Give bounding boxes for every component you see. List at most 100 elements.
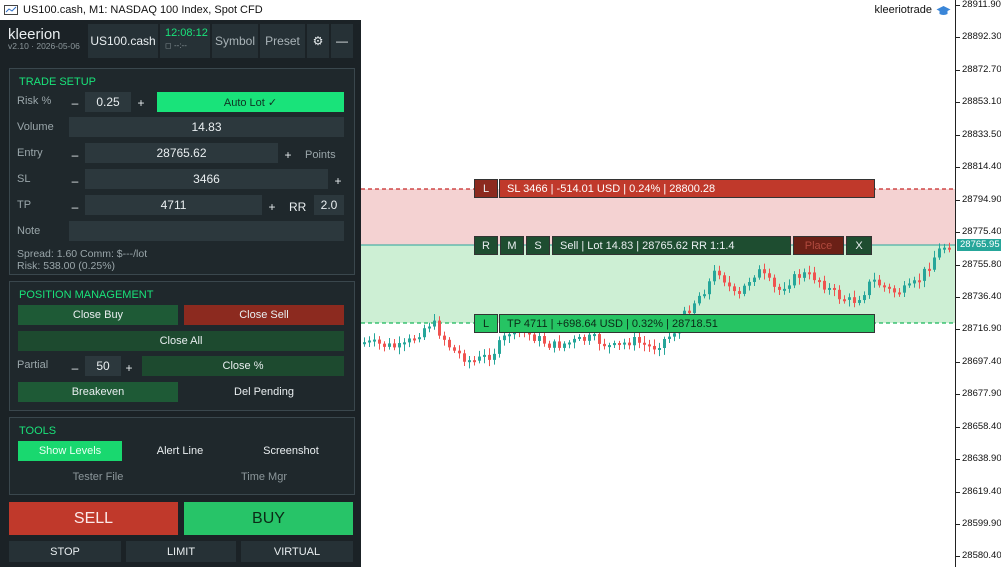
sl-line-button[interactable]: L — [474, 179, 498, 198]
candle-body — [508, 334, 511, 337]
candle-body — [698, 295, 701, 304]
time-mgr-button[interactable]: Time Mgr — [184, 467, 344, 487]
candle-body — [568, 342, 571, 345]
sell-button[interactable]: SELL — [9, 502, 178, 535]
candle-body — [718, 270, 721, 276]
candle-body — [543, 336, 546, 344]
close-buy-button[interactable]: Close Buy — [18, 305, 178, 325]
risk-minus-button[interactable]: – — [69, 96, 81, 110]
tp-line-label[interactable]: TP 4711 | +698.64 USD | 0.32% | 28718.51 — [499, 314, 875, 333]
note-input[interactable] — [69, 221, 344, 241]
tester-file-button[interactable]: Tester File — [18, 467, 178, 487]
price-tick-label: 28892.30 — [962, 31, 1001, 43]
points-toggle[interactable]: Points — [305, 149, 336, 161]
price-tick — [956, 134, 960, 136]
risk-input[interactable]: 0.25 — [85, 92, 131, 112]
stop-order-button[interactable]: STOP — [9, 541, 121, 562]
sl-line-label[interactable]: SL 3466 | -514.01 USD | 0.24% | 28800.28 — [499, 179, 875, 198]
candle-body — [488, 354, 491, 360]
entry-line-label[interactable]: Sell | Lot 14.83 | 28765.62 RR 1:1.4 — [552, 236, 791, 255]
candle-body — [588, 334, 591, 341]
tp-input[interactable]: 4711 — [85, 195, 262, 215]
sl-input[interactable]: 3466 — [85, 169, 328, 189]
price-tick — [956, 491, 960, 493]
price-tick — [956, 426, 960, 428]
rr-input[interactable]: 2.0 — [314, 195, 344, 215]
price-tick — [956, 329, 960, 331]
tp-minus-button[interactable]: – — [69, 200, 81, 214]
current-price-badge: 28765.95 — [957, 239, 1001, 251]
breakeven-button[interactable]: Breakeven — [18, 382, 178, 402]
gear-icon[interactable]: ⚙ — [307, 24, 329, 58]
position-management-title: POSITION MANAGEMENT — [19, 289, 154, 301]
sl-minus-button[interactable]: – — [69, 174, 81, 188]
entry-plus-button[interactable]: + — [282, 148, 294, 162]
candle-body — [913, 280, 916, 284]
symbol-display[interactable]: US100.cash — [88, 24, 158, 58]
candle-body — [643, 342, 646, 345]
note-label: Note — [17, 225, 41, 237]
tools-title: TOOLS — [19, 425, 57, 437]
price-chart[interactable] — [361, 20, 955, 567]
close-all-button[interactable]: Close All — [18, 331, 344, 351]
buy-button[interactable]: BUY — [184, 502, 353, 535]
preset-button[interactable]: Preset — [260, 24, 305, 58]
price-tick-label: 28794.90 — [962, 193, 1001, 205]
candle-body — [573, 338, 576, 343]
auto-lot-toggle[interactable]: Auto Lot ✓ — [157, 92, 344, 112]
volume-input[interactable]: 14.83 — [69, 117, 344, 137]
risk-plus-button[interactable]: + — [135, 96, 147, 110]
candle-body — [878, 279, 881, 286]
candle-body — [378, 339, 381, 344]
place-button[interactable]: Place — [793, 236, 844, 255]
candle-body — [458, 350, 461, 354]
price-tick-label: 28638.90 — [962, 453, 1001, 465]
candle-body — [453, 347, 456, 351]
alert-line-button[interactable]: Alert Line — [128, 441, 232, 461]
candle-body — [828, 287, 831, 290]
partial-input[interactable]: 50 — [85, 356, 121, 376]
limit-order-button[interactable]: LIMIT — [126, 541, 236, 562]
trade-setup-section: TRADE SETUP Risk % – 0.25 + Auto Lot ✓ V… — [9, 68, 355, 275]
candle-body — [693, 303, 696, 314]
candle-body — [948, 247, 951, 250]
tp-line-button[interactable]: L — [474, 314, 498, 333]
virtual-order-button[interactable]: VIRTUAL — [241, 541, 353, 562]
candle-body — [403, 342, 406, 345]
candle-body — [783, 288, 786, 291]
tp-zone — [361, 245, 955, 323]
sl-plus-button[interactable]: + — [332, 174, 344, 188]
price-tick-label: 28911.90 — [962, 0, 1001, 10]
candle-body — [793, 274, 796, 286]
price-tick — [956, 459, 960, 461]
candle-body — [503, 335, 506, 341]
candle-body — [823, 280, 826, 290]
candle-body — [853, 297, 856, 303]
candle-body — [818, 280, 821, 283]
minimize-icon[interactable]: — — [331, 24, 353, 58]
price-tick-label: 28619.40 — [962, 485, 1001, 497]
symbol-button[interactable]: Symbol — [212, 24, 258, 58]
partial-plus-button[interactable]: + — [123, 361, 135, 375]
candle-body — [438, 320, 441, 336]
del-pending-button[interactable]: Del Pending — [184, 382, 344, 402]
entry-close-button[interactable]: X — [846, 236, 872, 255]
candle-body — [708, 281, 711, 295]
close-percent-button[interactable]: Close % — [142, 356, 344, 376]
entry-m-button[interactable]: M — [500, 236, 524, 255]
candle-body — [468, 360, 471, 363]
screenshot-button[interactable]: Screenshot — [238, 441, 344, 461]
tp-plus-button[interactable]: + — [266, 200, 278, 214]
show-levels-button[interactable]: Show Levels — [18, 441, 122, 461]
price-tick — [956, 232, 960, 234]
entry-minus-button[interactable]: – — [69, 148, 81, 162]
price-tick — [956, 264, 960, 266]
entry-input[interactable]: 28765.62 — [85, 143, 278, 163]
partial-minus-button[interactable]: – — [69, 361, 81, 375]
entry-s-button[interactable]: S — [526, 236, 550, 255]
candle-body — [933, 257, 936, 270]
price-tick-label: 28872.70 — [962, 63, 1001, 75]
close-sell-button[interactable]: Close Sell — [184, 305, 344, 325]
candle-body — [928, 268, 931, 271]
entry-r-button[interactable]: R — [474, 236, 498, 255]
